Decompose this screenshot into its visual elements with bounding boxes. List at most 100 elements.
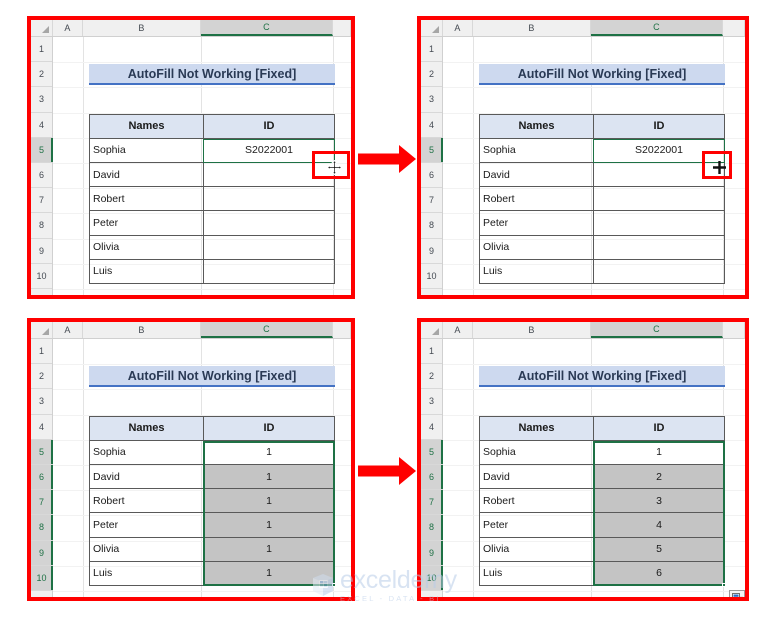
row-header-6[interactable]: 6 [31,162,52,189]
cell-id-0[interactable]: 1 [204,441,334,464]
cell-id-3[interactable]: 4 [594,513,724,537]
cell-name-4[interactable]: Olivia [480,537,594,561]
cell-name-1[interactable]: David [480,162,594,187]
select-all-corner[interactable] [31,322,53,338]
row-header-7[interactable]: 7 [421,490,443,516]
cell-name-2[interactable]: Robert [480,489,594,513]
column-header-b[interactable]: B [473,20,591,36]
row-header-3[interactable]: 3 [31,87,52,113]
cell-name-3[interactable]: Peter [90,211,204,235]
row-header-7[interactable]: 7 [31,188,52,214]
cell-name-5[interactable]: Luis [90,561,204,585]
cell-id-4[interactable]: 5 [594,537,724,561]
row-header-3[interactable]: 3 [421,389,442,415]
row-header-7[interactable]: 7 [421,188,442,214]
row-header-10[interactable]: 10 [31,263,52,289]
row-header-9[interactable]: 9 [421,238,442,264]
cell-name-3[interactable]: Peter [480,513,594,537]
cell-id-2[interactable]: 3 [594,489,724,513]
row-header-5[interactable]: 5 [31,137,53,163]
select-all-corner[interactable] [421,20,443,36]
row-header-9[interactable]: 9 [31,540,53,566]
row-header-5[interactable]: 5 [421,137,443,163]
column-header-b[interactable]: B [473,322,591,338]
cell-id-2[interactable] [594,187,724,210]
cell-id-4[interactable] [594,236,724,259]
cell-id-5[interactable] [204,260,334,283]
cell-id-3[interactable]: 1 [204,513,334,537]
cell-id-4[interactable]: 1 [204,537,334,561]
fill-handle[interactable] [722,583,726,587]
row-header-10[interactable]: 10 [421,263,442,289]
cell-name-3[interactable]: Peter [90,513,204,537]
row-header-4[interactable]: 4 [421,414,442,440]
cell-name-1[interactable]: David [480,464,594,489]
row-header-6[interactable]: 6 [421,464,443,491]
select-all-corner[interactable] [31,20,53,36]
row-header-1[interactable]: 1 [421,339,442,365]
row-header-8[interactable]: 8 [31,213,52,239]
cell-id-1[interactable]: 1 [204,464,334,489]
row-header-2[interactable]: 2 [31,62,52,88]
cell-name-0[interactable]: Sophia [90,440,204,464]
cell-name-0[interactable]: Sophia [480,440,594,464]
row-header-8[interactable]: 8 [31,515,53,541]
row-header-1[interactable]: 1 [421,37,442,63]
cell-id-2[interactable] [204,187,334,210]
cell-name-0[interactable]: Sophia [480,138,594,162]
cell-name-2[interactable]: Robert [480,187,594,211]
row-header-6[interactable]: 6 [31,464,53,491]
row-header-3[interactable]: 3 [31,389,52,415]
row-header-10[interactable]: 10 [421,565,443,591]
row-header-5[interactable]: 5 [421,439,443,465]
row-header-9[interactable]: 9 [31,238,52,264]
cell-name-5[interactable]: Luis [480,259,594,283]
cell-name-4[interactable]: Olivia [90,537,204,561]
cell-name-3[interactable]: Peter [480,211,594,235]
cell-name-5[interactable]: Luis [480,561,594,585]
column-header-c[interactable]: C [201,322,333,338]
cell-id-0[interactable]: 1 [594,441,724,464]
row-header-6[interactable]: 6 [421,162,442,189]
cell-name-2[interactable]: Robert [90,187,204,211]
column-header-a[interactable]: A [443,322,473,338]
cell-id-2[interactable]: 1 [204,489,334,513]
cell-name-2[interactable]: Robert [90,489,204,513]
cell-id-3[interactable] [594,211,724,234]
row-header-4[interactable]: 4 [31,414,52,440]
cell-name-0[interactable]: Sophia [90,138,204,162]
row-header-2[interactable]: 2 [31,364,52,390]
row-header-2[interactable]: 2 [421,62,442,88]
row-header-1[interactable]: 1 [31,37,52,63]
row-header-10[interactable]: 10 [31,565,53,591]
select-all-corner[interactable] [421,322,443,338]
row-header-4[interactable]: 4 [421,112,442,138]
column-header-b[interactable]: B [83,20,201,36]
cell-id-5[interactable] [594,260,724,283]
cell-name-1[interactable]: David [90,464,204,489]
column-header-c[interactable]: C [591,20,723,36]
cell-name-4[interactable]: Olivia [480,235,594,259]
row-header-9[interactable]: 9 [421,540,443,566]
column-header-c[interactable]: C [591,322,723,338]
row-header-4[interactable]: 4 [31,112,52,138]
cell-id-5[interactable]: 1 [204,561,334,585]
cell-id-4[interactable] [204,236,334,259]
row-header-7[interactable]: 7 [31,490,53,516]
cell-name-5[interactable]: Luis [90,259,204,283]
row-header-8[interactable]: 8 [421,515,443,541]
cell-id-1[interactable]: 2 [594,464,724,489]
column-header-a[interactable]: A [53,322,83,338]
cell-id-3[interactable] [204,211,334,234]
cell-name-1[interactable]: David [90,162,204,187]
row-header-3[interactable]: 3 [421,87,442,113]
row-header-5[interactable]: 5 [31,439,53,465]
column-header-b[interactable]: B [83,322,201,338]
fill-handle[interactable] [332,583,336,587]
column-header-c[interactable]: C [201,20,333,36]
autofill-options-icon[interactable] [729,590,745,597]
column-header-a[interactable]: A [53,20,83,36]
row-header-2[interactable]: 2 [421,364,442,390]
cell-id-5[interactable]: 6 [594,561,724,585]
cell-name-4[interactable]: Olivia [90,235,204,259]
